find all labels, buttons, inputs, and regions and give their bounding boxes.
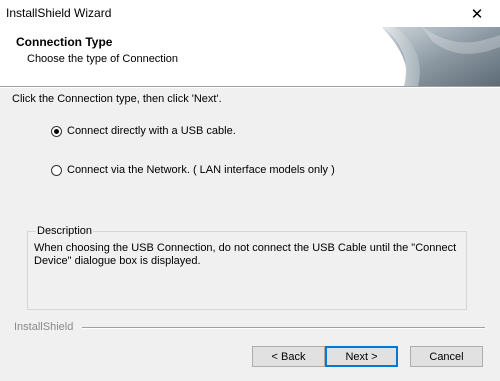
cancel-button[interactable]: Cancel [410,346,483,367]
header-divider [0,87,500,88]
close-icon[interactable]: ✕ [454,0,500,27]
installshield-wizard-window: InstallShield Wizard ✕ Connection Type C… [0,0,500,381]
description-legend: Description [36,225,94,237]
page-subtitle: Choose the type of Connection [27,53,179,65]
radio-icon[interactable] [51,164,62,176]
next-button[interactable]: Next > [325,346,398,367]
option-network[interactable]: Connect via the Network. ( LAN interface… [51,164,335,176]
instruction-text: Click the Connection type, then click 'N… [12,93,222,105]
footer-divider [82,327,485,329]
window-title: InstallShield Wizard [6,6,112,20]
radio-icon[interactable] [51,125,62,137]
installshield-brand: InstallShield [14,321,74,333]
option-usb[interactable]: Connect directly with a USB cable. [51,125,236,137]
back-button[interactable]: < Back [252,346,325,367]
title-bar: InstallShield Wizard ✕ [0,0,500,27]
description-text: When choosing the USB Connection, do not… [34,242,457,267]
wizard-header: Connection Type Choose the type of Conne… [0,27,500,87]
option-network-label[interactable]: Connect via the Network. ( LAN interface… [67,164,335,176]
header-art-graphic [382,27,500,86]
option-usb-label[interactable]: Connect directly with a USB cable. [67,125,236,137]
page-title: Connection Type [16,35,113,49]
